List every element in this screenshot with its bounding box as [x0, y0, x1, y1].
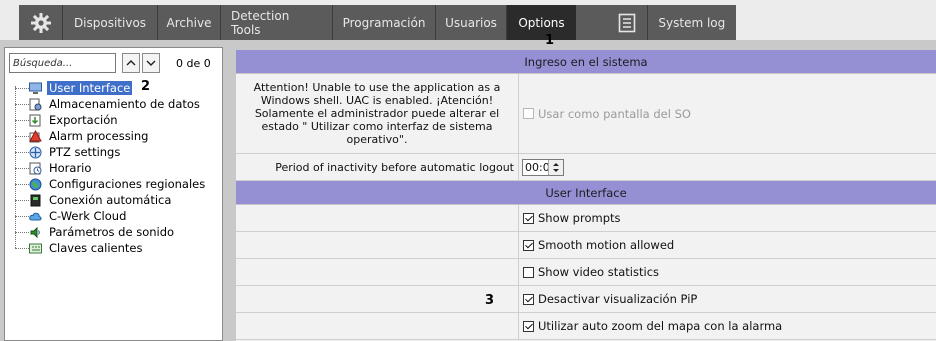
map-auto-zoom-checkbox[interactable]: [523, 320, 534, 332]
tree-item-conexion-automatica[interactable]: Conexión automática: [15, 192, 207, 208]
tree-item-almacenamiento[interactable]: Almacenamiento de datos: [15, 96, 207, 112]
shell-checkbox[interactable]: [523, 108, 534, 119]
log-icon[interactable]: [607, 5, 648, 40]
search-next-button[interactable]: [142, 53, 160, 73]
shell-warning-text: Attention! Unable to use the application…: [236, 74, 519, 153]
settings-row-option: Show video statistics: [236, 259, 936, 286]
tab-dispositivos[interactable]: Dispositivos: [63, 5, 158, 40]
inactivity-cell: 00:00: [519, 154, 936, 180]
inactivity-label: Period of inactivity before automatic lo…: [236, 154, 519, 180]
time-spinner[interactable]: [548, 159, 563, 175]
alarm-icon: [29, 129, 42, 143]
tree-item-c-werk-cloud[interactable]: C-Werk Cloud: [15, 208, 207, 224]
autologin-icon: [29, 194, 42, 207]
settings-row-option: Show prompts: [236, 205, 936, 232]
cloud-icon: [29, 210, 42, 223]
gear-icon[interactable]: [19, 5, 63, 40]
main-tabs: Dispositivos Archive Detection Tools Pro…: [19, 5, 615, 40]
shell-checkbox-cell: Usar como pantalla del SO: [519, 74, 936, 153]
tab-system-log[interactable]: System log: [648, 5, 736, 40]
sound-icon: [29, 226, 42, 239]
chevron-down-icon: [146, 60, 156, 66]
smooth-motion-checkbox[interactable]: [523, 239, 534, 251]
ptz-icon: [29, 146, 42, 159]
tree-item-alarm-processing[interactable]: Alarm processing: [15, 128, 207, 144]
tree-item-parametros-sonido[interactable]: Parámetros de sonido: [15, 224, 207, 240]
video-statistics-checkbox[interactable]: [523, 266, 534, 278]
tab-usuarios[interactable]: Usuarios: [436, 5, 507, 40]
smooth-motion-label: Smooth motion allowed: [538, 238, 675, 252]
chevron-up-icon: [126, 60, 136, 66]
tree-item-horario[interactable]: Horario: [15, 160, 207, 176]
tree-item-configuraciones-regionales[interactable]: Configuraciones regionales: [15, 176, 207, 192]
tab-options[interactable]: Options: [507, 5, 576, 40]
tree-item-ptz-settings[interactable]: PTZ settings: [15, 144, 207, 160]
options-tree: User Interface Almacenamiento de datos E…: [15, 80, 207, 256]
disable-pip-checkbox[interactable]: [523, 293, 534, 305]
spinner-arrows-icon: [553, 162, 559, 172]
export-icon: [29, 114, 42, 127]
tree-item-exportacion[interactable]: Exportación: [15, 112, 207, 128]
shell-checkbox-label: Usar como pantalla del SO: [538, 106, 691, 121]
search-prev-button[interactable]: [122, 53, 140, 73]
top-menu-bar: Dispositivos Archive Detection Tools Pro…: [0, 0, 936, 40]
video-statistics-label: Show video statistics: [538, 265, 660, 279]
globe-icon: [29, 178, 42, 191]
settings-row-option: Utilizar auto zoom del mapa con la alarm…: [236, 313, 936, 340]
tab-archive[interactable]: Archive: [158, 5, 221, 40]
map-auto-zoom-label: Utilizar auto zoom del mapa con la alarm…: [538, 319, 783, 333]
search-input[interactable]: [9, 53, 116, 73]
disable-pip-label: Desactivar visualización PiP: [538, 292, 698, 306]
tab-programacion[interactable]: Programación: [333, 5, 436, 40]
section-header-login: Ingreso en el sistema: [236, 50, 936, 74]
search-result-counter: 0 de 0: [176, 57, 211, 70]
schedule-icon: [29, 162, 42, 175]
panel-splitter[interactable]: [224, 40, 236, 341]
settings-row-shell: Attention! Unable to use the application…: [236, 74, 936, 154]
monitor-icon: [29, 82, 42, 95]
inactivity-time-input[interactable]: 00:00: [522, 158, 564, 176]
settings-row-option: Desactivar visualización PiP: [236, 286, 936, 313]
show-prompts-label: Show prompts: [538, 211, 621, 225]
callout-2: 2: [141, 79, 151, 94]
tree-item-user-interface[interactable]: User Interface: [15, 80, 207, 96]
tab-detection-tools[interactable]: Detection Tools: [221, 5, 333, 40]
hotkeys-icon: [29, 242, 42, 255]
settings-row-option: Smooth motion allowed: [236, 232, 936, 259]
show-prompts-checkbox[interactable]: [523, 212, 534, 224]
callout-3: 3: [485, 293, 495, 308]
system-log-group: System log: [607, 5, 736, 40]
section-header-user-interface: User Interface: [236, 181, 936, 205]
callout-1: 1: [545, 33, 555, 48]
tree-item-claves-calientes[interactable]: Claves calientes: [15, 240, 207, 256]
storage-icon: [29, 98, 42, 111]
settings-row-inactivity: Period of inactivity before automatic lo…: [236, 154, 936, 181]
settings-grid: Ingreso en el sistema Attention! Unable …: [236, 50, 936, 340]
